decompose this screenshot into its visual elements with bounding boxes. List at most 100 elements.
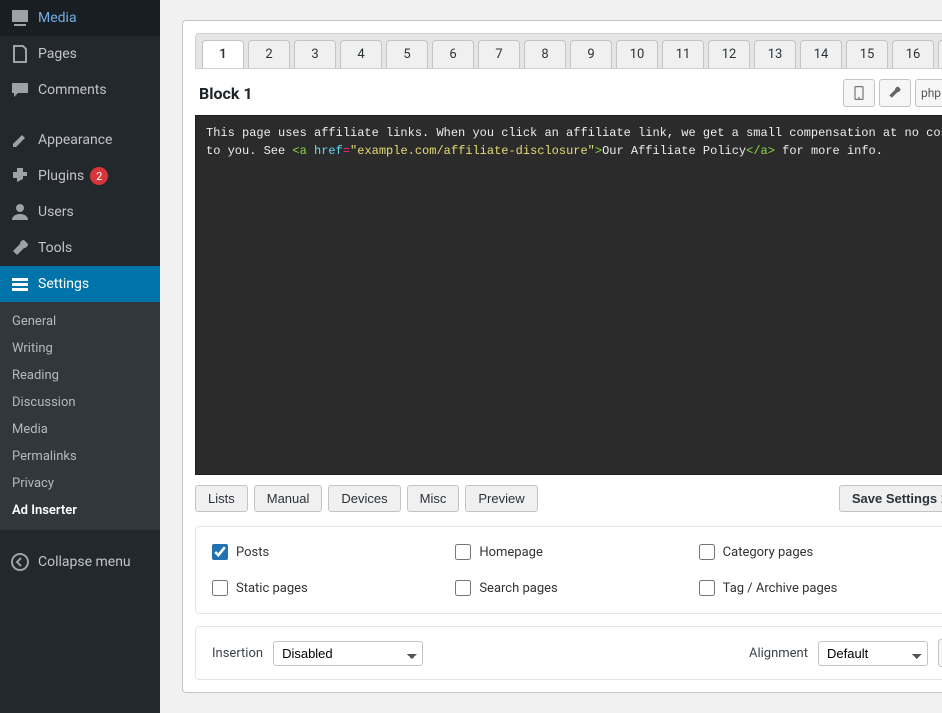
tab-8[interactable]: 8 xyxy=(524,40,566,68)
check-label: Posts xyxy=(236,545,269,560)
tag-checkbox[interactable] xyxy=(699,580,715,596)
menu-label: Settings xyxy=(38,276,89,292)
check-static[interactable]: Static pages xyxy=(212,580,455,596)
submenu-privacy[interactable]: Privacy xyxy=(0,470,160,497)
alignment-select[interactable]: Default xyxy=(818,641,928,666)
insertion-select[interactable]: Disabled xyxy=(273,641,423,666)
tab-15[interactable]: 15 xyxy=(846,40,888,68)
tab-10[interactable]: 10 xyxy=(616,40,658,68)
admin-sidebar: Media Pages Comments Appearance Plugins … xyxy=(0,0,160,713)
tab-6[interactable]: 6 xyxy=(432,40,474,68)
check-search[interactable]: Search pages xyxy=(455,580,698,596)
submenu-media[interactable]: Media xyxy=(0,416,160,443)
tab-settings-gear[interactable] xyxy=(938,40,942,68)
editor-tag-open: <a xyxy=(292,144,306,158)
code-editor[interactable]: This page uses affiliate links. When you… xyxy=(195,115,942,475)
alignment-preview-button[interactable] xyxy=(938,639,942,667)
editor-eq: = xyxy=(343,144,350,158)
menu-label: Tools xyxy=(38,240,72,256)
alignment-label: Alignment xyxy=(749,646,808,661)
menu-users[interactable]: Users xyxy=(0,194,160,230)
devices-button[interactable]: Devices xyxy=(328,485,400,512)
menu-pages[interactable]: Pages xyxy=(0,36,160,72)
menu-plugins[interactable]: Plugins 2 xyxy=(0,158,160,194)
collapse-icon xyxy=(10,552,30,572)
menu-label: Appearance xyxy=(38,132,112,148)
menu-tools[interactable]: Tools xyxy=(0,230,160,266)
posts-checkbox[interactable] xyxy=(212,544,228,560)
plugins-icon xyxy=(10,166,30,186)
tab-7[interactable]: 7 xyxy=(478,40,520,68)
media-icon xyxy=(10,8,30,28)
submenu-writing[interactable]: Writing xyxy=(0,335,160,362)
check-label: Tag / Archive pages xyxy=(723,581,838,596)
device-preview-button[interactable] xyxy=(843,79,875,107)
check-homepage[interactable]: Homepage xyxy=(455,544,698,560)
menu-comments[interactable]: Comments xyxy=(0,72,160,108)
tab-14[interactable]: 14 xyxy=(800,40,842,68)
insertion-label: Insertion xyxy=(212,646,263,661)
misc-button[interactable]: Misc xyxy=(407,485,460,512)
menu-media[interactable]: Media xyxy=(0,0,160,36)
tab-16[interactable]: 16 xyxy=(892,40,934,68)
editor-tag-close: </a> xyxy=(746,144,775,158)
check-tag[interactable]: Tag / Archive pages xyxy=(699,580,942,596)
tab-4[interactable]: 4 xyxy=(340,40,382,68)
appearance-icon xyxy=(10,130,30,150)
lists-button[interactable]: Lists xyxy=(195,485,248,512)
placement-checks: Posts Homepage Category pages Static pag… xyxy=(195,526,942,614)
settings-submenu: General Writing Reading Discussion Media… xyxy=(0,302,160,530)
check-category[interactable]: Category pages xyxy=(699,544,942,560)
search-checkbox[interactable] xyxy=(455,580,471,596)
submenu-ad-inserter[interactable]: Ad Inserter xyxy=(0,497,160,524)
insertion-row: Insertion Disabled Alignment Default xyxy=(195,626,942,680)
menu-label: Comments xyxy=(38,82,107,98)
manual-button[interactable]: Manual xyxy=(254,485,323,512)
pages-icon xyxy=(10,44,30,64)
collapse-label: Collapse menu xyxy=(38,554,131,570)
editor-gt: > xyxy=(595,144,602,158)
block-title: Block 1 xyxy=(199,84,253,103)
tab-2[interactable]: 2 xyxy=(248,40,290,68)
static-checkbox[interactable] xyxy=(212,580,228,596)
homepage-checkbox[interactable] xyxy=(455,544,471,560)
tab-9[interactable]: 9 xyxy=(570,40,612,68)
plugins-badge: 2 xyxy=(90,167,108,185)
menu-label: Pages xyxy=(38,46,77,62)
editor-text-post: for more info. xyxy=(775,144,883,158)
check-label: Homepage xyxy=(479,545,543,560)
submenu-permalinks[interactable]: Permalinks xyxy=(0,443,160,470)
tools-button[interactable] xyxy=(879,79,911,107)
preview-button[interactable]: Preview xyxy=(465,485,537,512)
tab-5[interactable]: 5 xyxy=(386,40,428,68)
category-checkbox[interactable] xyxy=(699,544,715,560)
check-label: Category pages xyxy=(723,545,814,560)
menu-label: Users xyxy=(38,204,74,220)
menu-settings[interactable]: Settings xyxy=(0,266,160,302)
submenu-discussion[interactable]: Discussion xyxy=(0,389,160,416)
php-toggle-button[interactable]: php xyxy=(915,79,942,107)
tab-12[interactable]: 12 xyxy=(708,40,750,68)
collapse-menu[interactable]: Collapse menu xyxy=(0,544,160,580)
tab-13[interactable]: 13 xyxy=(754,40,796,68)
tablet-icon xyxy=(851,85,867,101)
submenu-reading[interactable]: Reading xyxy=(0,362,160,389)
tab-3[interactable]: 3 xyxy=(294,40,336,68)
menu-label: Media xyxy=(38,10,77,26)
menu-appearance[interactable]: Appearance xyxy=(0,122,160,158)
wrench-icon xyxy=(887,85,903,101)
check-posts[interactable]: Posts xyxy=(212,544,455,560)
tools-icon xyxy=(10,238,30,258)
editor-attr: href xyxy=(307,144,343,158)
ad-inserter-panel: 1 2 3 4 5 6 7 8 9 10 11 12 13 14 15 16 B… xyxy=(182,20,942,693)
settings-icon xyxy=(10,274,30,294)
check-label: Static pages xyxy=(236,581,308,596)
editor-string: "example.com/affiliate-disclosure" xyxy=(350,144,595,158)
tab-1[interactable]: 1 xyxy=(202,40,244,68)
php-label: php xyxy=(921,86,941,100)
save-settings-button[interactable]: Save Settings 1 - 16 xyxy=(839,485,942,512)
submenu-general[interactable]: General xyxy=(0,308,160,335)
users-icon xyxy=(10,202,30,222)
tab-11[interactable]: 11 xyxy=(662,40,704,68)
menu-label: Plugins xyxy=(38,168,84,184)
